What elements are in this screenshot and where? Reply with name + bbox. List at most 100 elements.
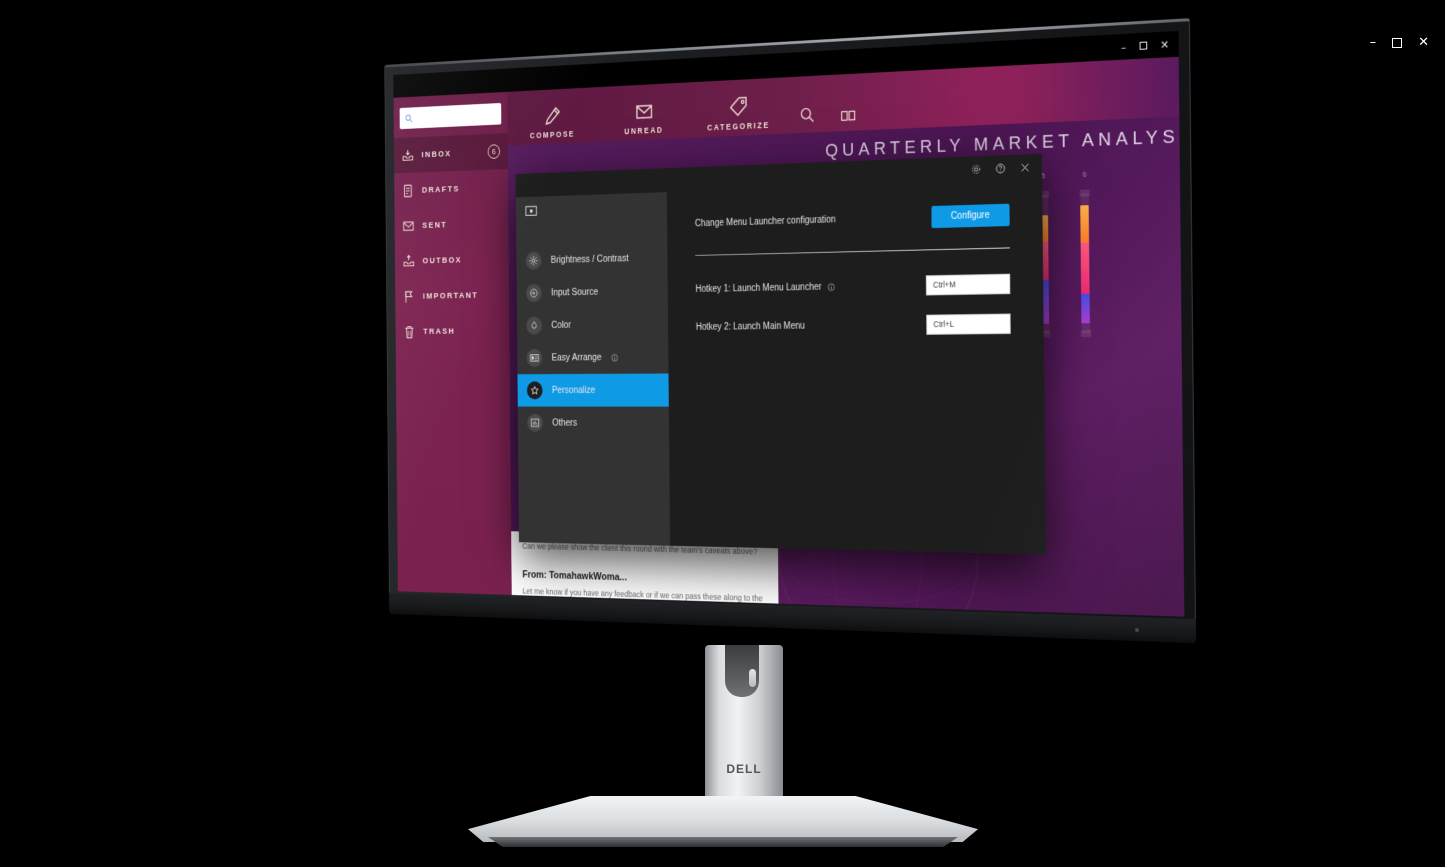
- ddm-item-others[interactable]: Others: [518, 407, 669, 440]
- sidebar-item-label: TRASH: [423, 326, 456, 337]
- sidebar-item-drafts[interactable]: DRAFTS: [394, 169, 508, 209]
- hotkey-2-label: Hotkey 2: Launch Main Menu: [695, 321, 805, 333]
- monitor-screen: – ✕ INBOX 6 DRAFTS SENT OUTBOX IMPORTANT…: [393, 30, 1185, 617]
- ddm-menu: Brightness / Contrast Input Source Color…: [516, 241, 669, 440]
- chart-bar-cap: [1080, 330, 1092, 338]
- help-icon[interactable]: [995, 161, 1007, 174]
- brightness-icon: [525, 251, 542, 270]
- hotkey-1-label: Hotkey 1: Launch Menu Launcher: [695, 282, 822, 295]
- ddm-item-personalize[interactable]: Personalize: [517, 373, 669, 407]
- pencil-icon: [543, 104, 562, 127]
- outer-minimize-button[interactable]: –: [1370, 36, 1377, 49]
- outer-window-controls: – ✕: [1370, 36, 1429, 49]
- configure-button[interactable]: Configure: [931, 203, 1010, 229]
- chart-bar-segment: [1080, 205, 1090, 243]
- sidebar-item-label: INBOX: [421, 148, 452, 160]
- grid-icon: [840, 109, 856, 123]
- toolbar-categorize-label: CATEGORIZE: [707, 120, 770, 133]
- sidebar-item-inbox[interactable]: INBOX 6: [393, 133, 508, 174]
- ddm-item-label: Others: [552, 417, 578, 429]
- sidebar-item-label: SENT: [422, 219, 448, 231]
- section-divider: [695, 247, 1010, 256]
- ddm-body: Brightness / Contrast Input Source Color…: [515, 179, 1046, 555]
- dell-logo: DELL: [726, 762, 762, 776]
- mail-maximize-button[interactable]: [1139, 41, 1148, 50]
- menu-launcher-label: Change Menu Launcher configuration: [694, 214, 836, 230]
- chart-bar: [1080, 205, 1091, 324]
- ddm-item-brightness-contrast[interactable]: Brightness / Contrast: [516, 241, 667, 277]
- chart-bar-segment: [1080, 242, 1090, 294]
- search-icon: [405, 113, 413, 123]
- stand-cable-slot: [725, 645, 759, 697]
- sidebar-item-label: IMPORTANT: [422, 290, 479, 301]
- toolbar-unread-button[interactable]: UNREAD: [598, 98, 691, 142]
- mail-minimize-button[interactable]: –: [1121, 40, 1126, 53]
- sidebar-item-sent[interactable]: SENT: [394, 205, 508, 244]
- display-icon: [525, 206, 537, 217]
- sidebar-item-important[interactable]: IMPORTANT: [395, 277, 509, 315]
- outer-maximize-button[interactable]: [1392, 37, 1403, 48]
- star-icon: [526, 381, 543, 400]
- hotkey-row-2: Hotkey 2: Launch Main Menu Ctrl+L: [695, 313, 1011, 338]
- outer-close-button[interactable]: ✕: [1418, 36, 1429, 49]
- mail-close-button[interactable]: ✕: [1160, 38, 1169, 51]
- toolbar-compose-label: COMPOSE: [529, 129, 575, 141]
- email-from: From: TomahawkWoma...: [522, 568, 627, 583]
- color-icon: [526, 316, 543, 335]
- hotkey-1-input[interactable]: Ctrl+M: [925, 273, 1011, 296]
- sidebar-item-label: OUTBOX: [422, 254, 462, 266]
- sidebar-item-label: DRAFTS: [421, 183, 460, 195]
- hotkey-2-input[interactable]: Ctrl+L: [926, 313, 1011, 335]
- ddm-item-label: Personalize: [551, 384, 596, 396]
- menu-launcher-row: Change Menu Launcher configuration Confi…: [694, 203, 1010, 235]
- toolbar-unread-label: UNREAD: [624, 125, 664, 137]
- info-icon[interactable]: [611, 353, 618, 361]
- monitor-stand-base: [468, 796, 978, 847]
- dell-monitor: – ✕ INBOX 6 DRAFTS SENT OUTBOX IMPORTANT…: [384, 18, 1197, 644]
- chart-bar-column: [1064, 189, 1107, 338]
- toolbar-categorize-button[interactable]: CATEGORIZE: [690, 93, 786, 137]
- gear-icon[interactable]: [970, 162, 982, 175]
- toolbar-grid-button[interactable]: [827, 108, 869, 132]
- toolbar-compose-button[interactable]: COMPOSE: [507, 103, 598, 146]
- screenshot-root: – ✕ – ✕ INBOX 6 DRAFTS SENT OUTBOX IMPOR…: [0, 0, 1445, 867]
- search-icon: [798, 105, 815, 125]
- trash-icon: [403, 324, 416, 339]
- search-input[interactable]: [399, 102, 502, 130]
- inbox-icon: [401, 147, 414, 163]
- chart-x-tick: 6: [1082, 171, 1087, 179]
- chart-bar-segment: [1081, 293, 1091, 324]
- outbox-icon: [402, 253, 415, 268]
- flag-icon: [403, 289, 416, 304]
- ddm-item-label: Input Source: [550, 286, 599, 299]
- ddm-item-label: Color: [551, 319, 572, 331]
- ddm-item-easy-arrange[interactable]: Easy Arrange: [517, 340, 668, 374]
- inbox-badge: 6: [487, 144, 501, 160]
- hotkey-row-1: Hotkey 1: Launch Menu Launcher Ctrl+M: [695, 273, 1011, 300]
- stand-base-edge: [487, 837, 959, 847]
- others-icon: [527, 413, 543, 432]
- sidebar-item-trash[interactable]: TRASH: [395, 312, 509, 349]
- ddm-item-color[interactable]: Color: [517, 307, 668, 342]
- chart-bar-cap: [1079, 189, 1090, 197]
- toolbar-search-button[interactable]: [786, 104, 827, 133]
- sidebar-item-outbox[interactable]: OUTBOX: [395, 241, 509, 279]
- drafts-icon: [402, 183, 415, 198]
- sent-icon: [402, 218, 415, 233]
- easy-arrange-icon: [526, 348, 543, 367]
- ddm-item-label: Easy Arrange: [551, 351, 602, 364]
- close-icon[interactable]: [1019, 161, 1031, 174]
- info-icon[interactable]: [827, 283, 835, 292]
- stand-base-top: [468, 796, 978, 842]
- envelope-icon: [634, 100, 654, 123]
- power-led: [1135, 628, 1139, 633]
- ddm-item-input-source[interactable]: Input Source: [517, 274, 668, 310]
- ddm-content-panel: Change Menu Launcher configuration Confi…: [666, 179, 1046, 555]
- mail-sidebar: INBOX 6 DRAFTS SENT OUTBOX IMPORTANT TRA…: [393, 91, 512, 595]
- monitor-stand-neck: DELL: [705, 645, 783, 808]
- ddm-item-label: Brightness / Contrast: [550, 252, 629, 266]
- tag-icon: [728, 95, 748, 118]
- input-source-icon: [525, 283, 542, 303]
- ddm-sidebar: Brightness / Contrast Input Source Color…: [515, 192, 671, 546]
- dell-display-manager-dialog: Brightness / Contrast Input Source Color…: [515, 153, 1046, 555]
